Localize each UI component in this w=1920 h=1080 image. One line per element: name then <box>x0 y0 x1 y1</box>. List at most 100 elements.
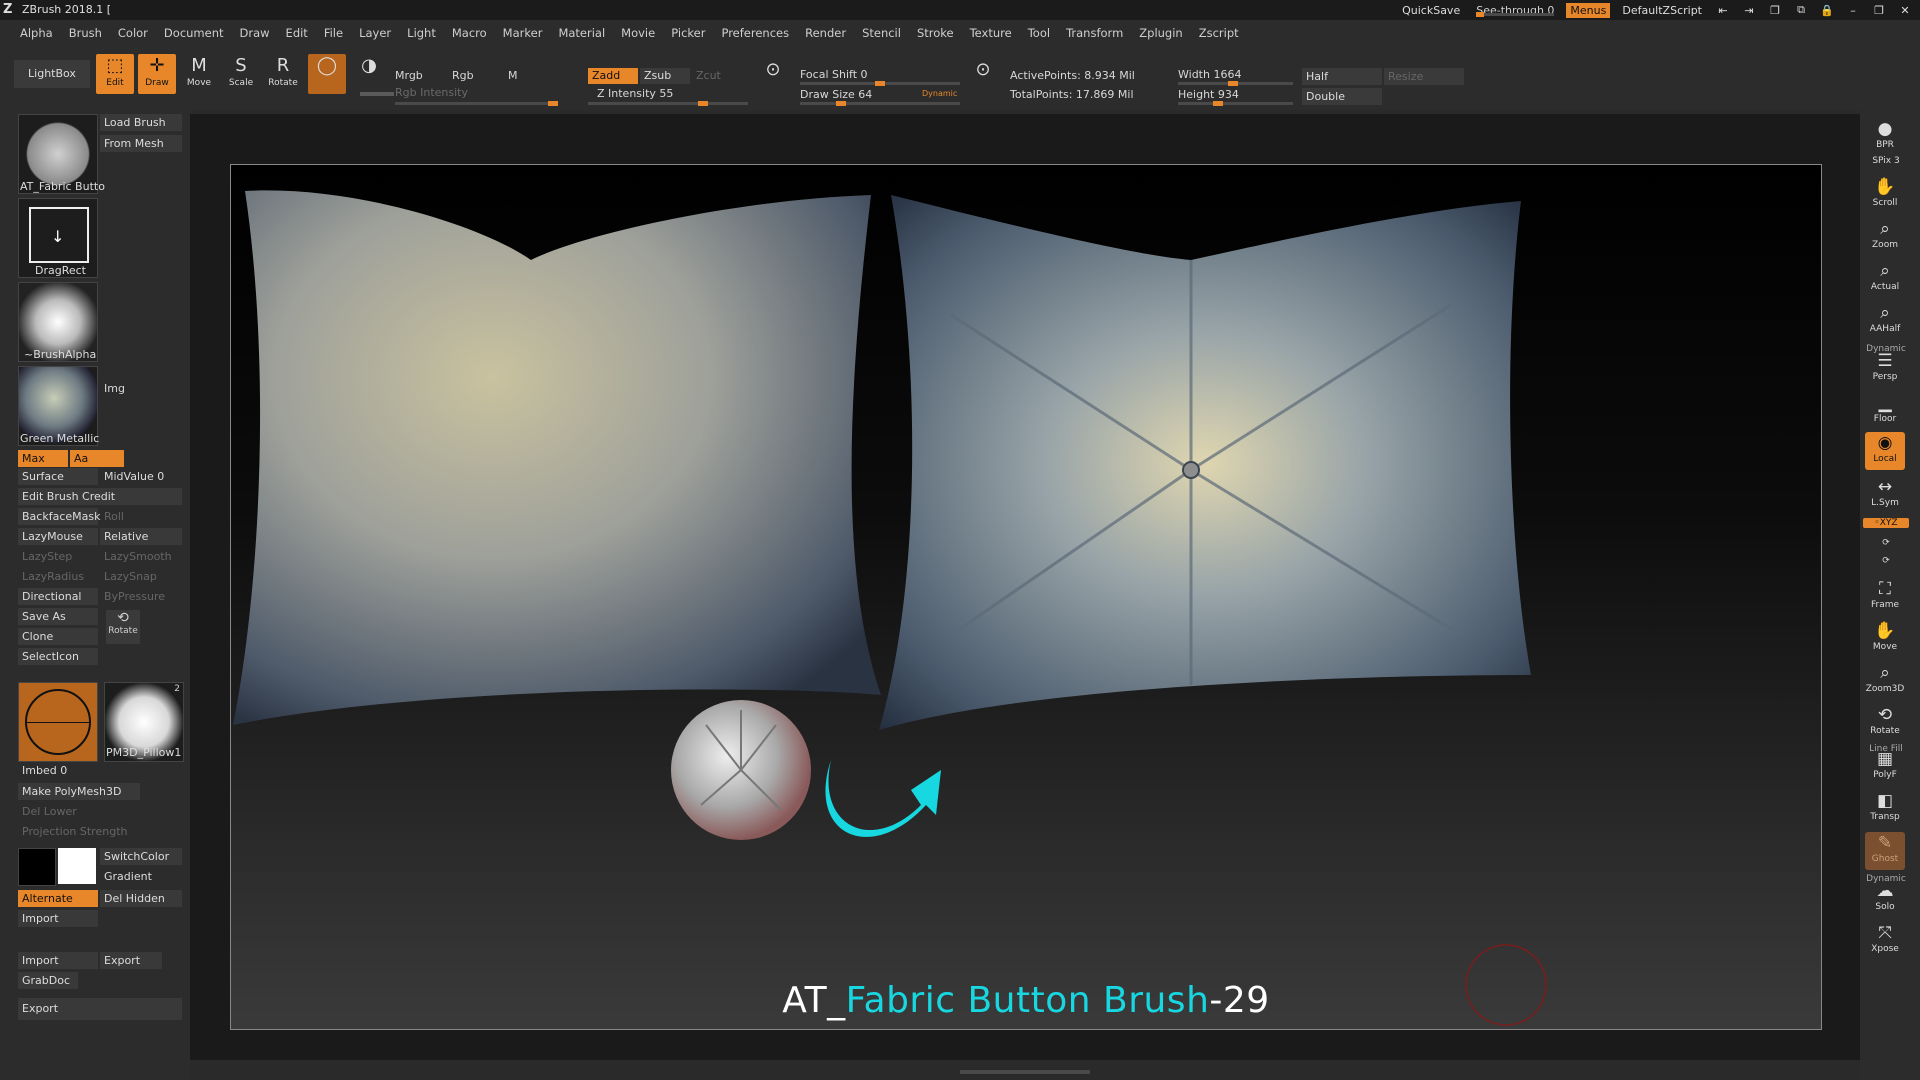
half-button[interactable]: Half <box>1302 68 1382 85</box>
max-toggle[interactable]: Max <box>18 450 68 467</box>
focal-shift-toggle[interactable]: ⊙ <box>758 58 788 98</box>
lazyradius-slider[interactable]: LazyRadius <box>18 568 98 585</box>
load-brush-button[interactable]: Load Brush <box>100 114 182 131</box>
xpose-button[interactable]: ⤧ Xpose <box>1865 922 1905 960</box>
del-hidden-button[interactable]: Del Hidden <box>100 890 182 907</box>
relative-toggle[interactable]: Relative <box>100 528 182 545</box>
rgb-intensity-handle[interactable] <box>548 101 558 106</box>
floor-button[interactable]: ▁ Floor <box>1865 392 1905 430</box>
brush-rotate-button[interactable]: ⟲ Rotate <box>106 610 140 644</box>
maximize-icon[interactable]: ❐ <box>1870 4 1888 17</box>
img-label[interactable]: Img <box>104 382 125 395</box>
aa-toggle[interactable]: Aa <box>70 450 124 467</box>
lazysmooth-slider[interactable]: LazySmooth <box>100 548 182 565</box>
bpr-button[interactable]: ● BPR <box>1865 118 1905 156</box>
menu-tool[interactable]: Tool <box>1022 26 1060 40</box>
focal-shift-handle[interactable] <box>875 81 885 86</box>
material-preview-button[interactable]: ◑ <box>350 54 388 94</box>
z-intensity-handle[interactable] <box>698 101 708 106</box>
lazysnap-slider[interactable]: LazySnap <box>100 568 182 585</box>
menu-render[interactable]: Render <box>799 26 856 40</box>
import-button-2[interactable]: Import <box>18 952 98 969</box>
z-intensity-slider[interactable] <box>588 101 748 106</box>
dynamic-toggle[interactable]: Dynamic <box>922 89 957 98</box>
rgb-intensity-slider[interactable] <box>395 101 558 106</box>
xyz-toggle[interactable]: ◦XYZ <box>1863 518 1909 528</box>
backfacemask-toggle[interactable]: BackfaceMask <box>18 508 100 525</box>
document-viewport[interactable]: AT_Fabric Button Brush-29 <box>190 92 1860 1060</box>
export-button-1[interactable]: Export <box>100 952 162 969</box>
menu-edit[interactable]: Edit <box>280 26 318 40</box>
doc-height-handle[interactable] <box>1213 101 1223 106</box>
local-button[interactable]: ◉ Local <box>1865 432 1905 470</box>
rotate-y-icon[interactable]: ⟳ <box>1863 538 1909 548</box>
from-mesh-button[interactable]: From Mesh <box>100 135 182 152</box>
menu-alpha[interactable]: Alpha <box>14 26 63 40</box>
solo-button[interactable]: ☁ Solo <box>1865 880 1905 918</box>
projection-strength-slider[interactable]: Projection Strength <box>18 823 182 840</box>
persp-button[interactable]: ☰ Persp <box>1865 350 1905 388</box>
zoom3d-button[interactable]: ⌕ Zoom3D <box>1865 662 1905 700</box>
lock-icon[interactable]: 🔒 <box>1818 4 1836 17</box>
layout-left-icon[interactable]: ⇤ <box>1714 4 1732 17</box>
m-toggle[interactable]: M <box>508 69 518 82</box>
menu-stroke[interactable]: Stroke <box>911 26 964 40</box>
points-d-toggle[interactable]: ⊙ <box>966 58 1000 98</box>
bottom-scroll-nub[interactable] <box>960 1070 1090 1074</box>
menu-texture[interactable]: Texture <box>964 26 1022 40</box>
menu-color[interactable]: Color <box>112 26 158 40</box>
mrgb-toggle[interactable]: Mrgb <box>395 69 423 82</box>
lsym-button[interactable]: ↔ L.Sym <box>1865 476 1905 514</box>
rotate-mode-button[interactable]: R Rotate <box>264 54 302 94</box>
see-through-handle[interactable] <box>1476 11 1485 17</box>
brush-preview-button[interactable]: ◯ <box>308 54 346 94</box>
rgb-toggle[interactable]: Rgb <box>452 69 474 82</box>
menus-toggle[interactable]: Menus <box>1566 2 1611 18</box>
menu-zplugin[interactable]: Zplugin <box>1133 26 1192 40</box>
minimize-icon[interactable]: – <box>1844 4 1862 17</box>
menu-marker[interactable]: Marker <box>497 26 553 40</box>
quicksave-button[interactable]: QuickSave <box>1398 4 1464 17</box>
close-icon[interactable]: ✕ <box>1896 4 1914 17</box>
clone-button[interactable]: Clone <box>18 628 98 645</box>
menu-preferences[interactable]: Preferences <box>715 26 799 40</box>
surface-button[interactable]: Surface <box>18 468 98 485</box>
move-view-button[interactable]: ✋ Move <box>1865 620 1905 658</box>
menu-light[interactable]: Light <box>401 26 446 40</box>
focal-shift-slider[interactable] <box>800 81 960 86</box>
alternate-toggle[interactable]: Alternate <box>18 890 98 907</box>
frame-button[interactable]: ⛶ Frame <box>1865 578 1905 616</box>
rotate-view-button[interactable]: ⟲ Rotate <box>1865 704 1905 742</box>
polyf-button[interactable]: ▦ PolyF <box>1865 748 1905 786</box>
edit-mode-button[interactable]: ⬚ Edit <box>96 54 134 94</box>
save-as-button[interactable]: Save As <box>18 608 98 625</box>
selecticon-button[interactable]: SelectIcon <box>18 648 98 665</box>
spix-slider[interactable]: SPix 3 <box>1863 156 1909 166</box>
draw-mode-button[interactable]: ✛ Draw <box>138 54 176 94</box>
see-through-slider[interactable]: See-through 0 <box>1472 4 1558 17</box>
imbed-slider[interactable]: Imbed 0 <box>18 762 98 779</box>
rotate-z-icon[interactable]: ⟳ <box>1863 556 1909 566</box>
main-color-swatch[interactable] <box>18 848 56 886</box>
menu-document[interactable]: Document <box>158 26 234 40</box>
doc-width-handle[interactable] <box>1228 81 1238 86</box>
menu-transform[interactable]: Transform <box>1060 26 1133 40</box>
brush-orientation-thumbnail[interactable] <box>18 682 98 762</box>
edit-brush-credit-button[interactable]: Edit Brush Credit <box>18 488 182 505</box>
move-mode-button[interactable]: M Move <box>180 54 218 94</box>
zoom-button[interactable]: ⌕ Zoom <box>1865 218 1905 256</box>
grabdoc-button[interactable]: GrabDoc <box>18 972 78 989</box>
lazystep-slider[interactable]: LazyStep <box>18 548 98 565</box>
top-scroll-nub[interactable] <box>360 92 394 96</box>
menu-layer[interactable]: Layer <box>353 26 401 40</box>
transp-button[interactable]: ◧ Transp <box>1865 790 1905 828</box>
scroll-button[interactable]: ✋ Scroll <box>1865 176 1905 214</box>
scale-mode-button[interactable]: S Scale <box>222 54 260 94</box>
del-lower-button[interactable]: Del Lower <box>18 803 118 820</box>
menu-draw[interactable]: Draw <box>234 26 280 40</box>
menu-picker[interactable]: Picker <box>665 26 715 40</box>
resize-button[interactable]: Resize <box>1384 68 1464 85</box>
export-button-2[interactable]: Export <box>18 998 182 1020</box>
secondary-color-swatch[interactable] <box>58 848 96 884</box>
bypressure-toggle[interactable]: ByPressure <box>100 588 182 605</box>
